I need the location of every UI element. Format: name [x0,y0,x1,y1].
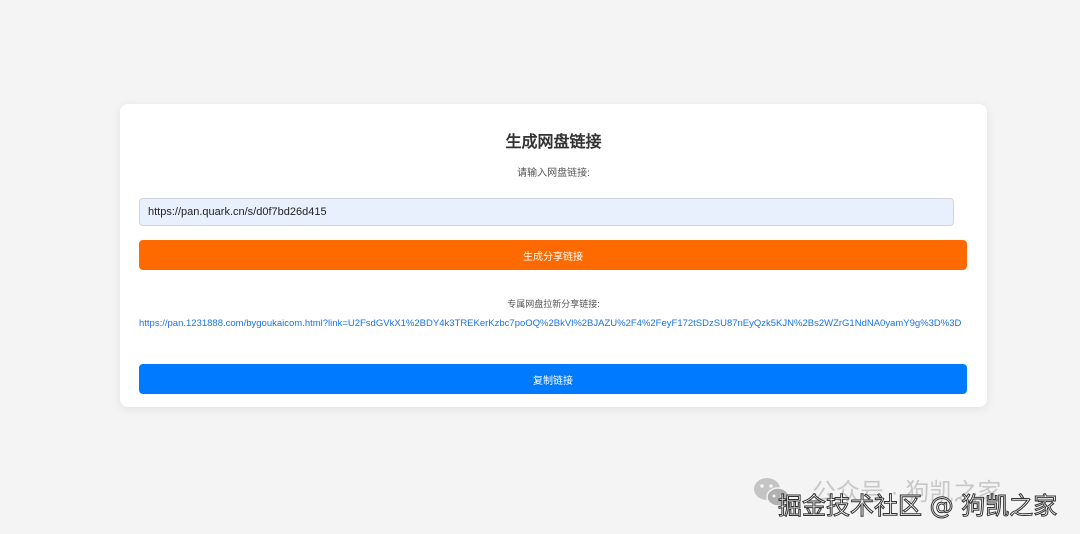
input-label: 请输入网盘链接: [517,168,590,179]
result-label: 专属网盘拉新分享链接: [507,299,600,309]
generate-share-link-button[interactable]: 生成分享链接 [139,240,967,270]
result-share-link[interactable]: https://pan.1231888.com/bygoukaicom.html… [139,318,961,329]
link-generator-card: 生成网盘链接 请输入网盘链接: 生成分享链接 专属网盘拉新分享链接: https… [120,104,987,407]
netdisk-link-input[interactable] [139,198,954,226]
copy-link-button[interactable]: 复制链接 [139,364,967,394]
watermark: 公众号 · 狗凯之家 掘金技术社区 @ 狗凯之家 [752,470,1080,530]
page-title: 生成网盘链接 [505,134,602,151]
watermark-main: 掘金技术社区 @ 狗凯之家 [777,492,1058,521]
